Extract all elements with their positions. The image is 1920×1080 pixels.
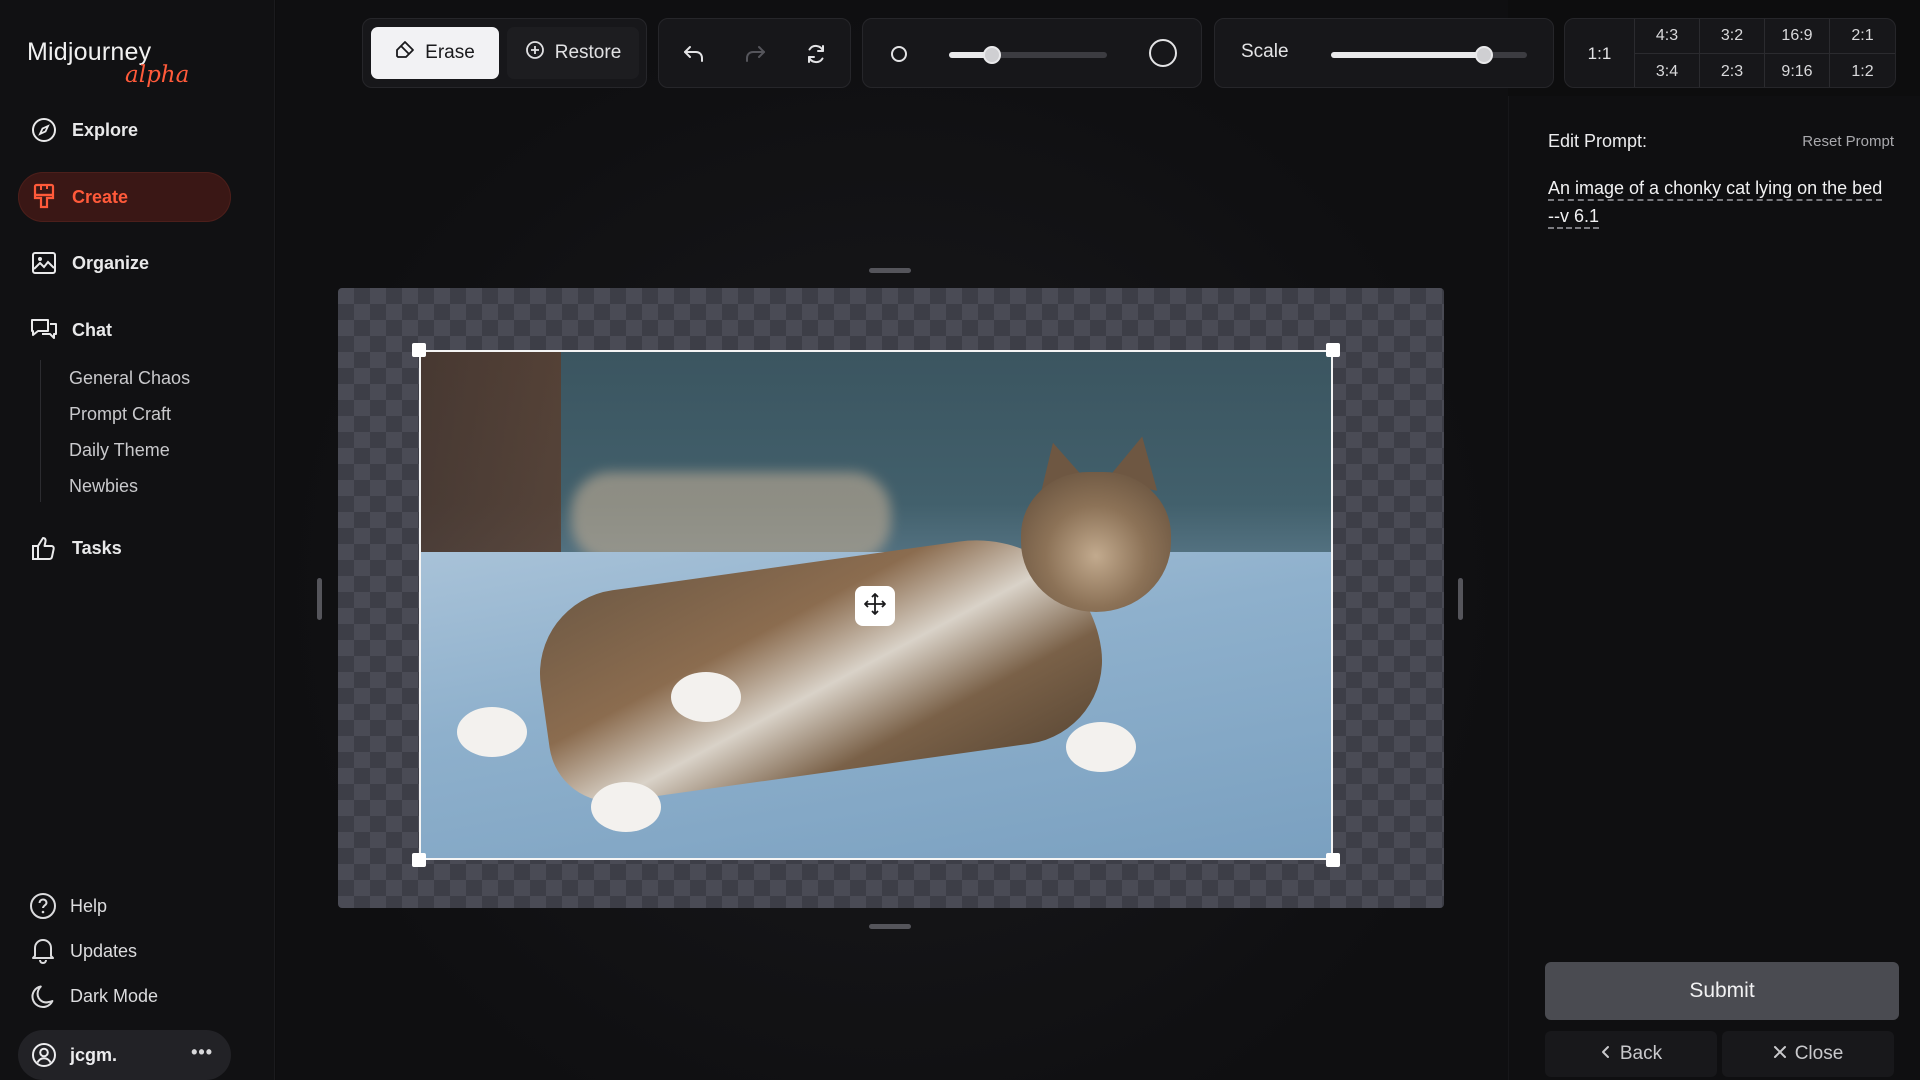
aspect-ratio-option[interactable]: 9:16 (1765, 54, 1830, 87)
photo-cat-head (1021, 472, 1171, 612)
more-icon[interactable]: ••• (191, 1042, 213, 1063)
move-button[interactable] (855, 586, 895, 626)
dark-mode-label: Dark Mode (70, 985, 159, 1006)
erase-button[interactable]: Erase (371, 27, 499, 79)
undo-icon[interactable] (679, 39, 709, 69)
aspect-ratio-option[interactable]: 1:2 (1830, 54, 1895, 87)
brush-size-group (862, 18, 1202, 88)
prompt-input[interactable]: An image of a chonky cat lying on the be… (1548, 174, 1888, 230)
small-brush-icon (884, 39, 914, 69)
brush-icon (30, 183, 58, 211)
restore-label: Restore (554, 42, 622, 63)
erase-label: Erase (425, 42, 475, 63)
sidebar-item-label: Explore (72, 119, 139, 140)
logo[interactable]: Midjourney alpha (27, 38, 189, 88)
user-menu[interactable]: jcgm. ••• (18, 1030, 231, 1080)
resize-handle-bottom-right[interactable] (1326, 853, 1340, 867)
sidebar-item-explore[interactable]: Explore (18, 105, 231, 155)
image-icon (30, 249, 58, 277)
help-label: Help (70, 895, 108, 916)
updates-link[interactable]: Updates (28, 933, 137, 969)
chat-channel-list: General Chaos Prompt Craft Daily Theme N… (40, 360, 190, 502)
photo-cat-paw (1066, 722, 1136, 772)
compass-icon (30, 116, 58, 144)
aspect-ratio-selected[interactable]: 1:1 (1565, 19, 1635, 87)
refresh-icon[interactable] (801, 39, 831, 69)
photo-cat-paw (671, 672, 741, 722)
close-label: Close (1794, 1043, 1844, 1064)
canvas-right-grip[interactable] (1458, 578, 1463, 620)
close-icon (1773, 1043, 1787, 1065)
mode-toggle-group: Erase Restore (362, 18, 647, 88)
sidebar-item-label: Organize (72, 252, 150, 273)
chat-channel-general-chaos[interactable]: General Chaos (69, 360, 190, 396)
bell-icon (28, 936, 58, 966)
aspect-ratio-option[interactable]: 3:2 (1700, 19, 1765, 54)
brush-size-slider[interactable] (949, 46, 1107, 64)
back-label: Back (1619, 1043, 1663, 1064)
plus-circle-icon (525, 40, 545, 66)
dark-mode-toggle[interactable]: Dark Mode (28, 978, 158, 1014)
aspect-ratio-option[interactable]: 4:3 (1635, 19, 1700, 54)
sidebar-item-label: Tasks (72, 537, 122, 558)
chat-icon (30, 316, 58, 344)
edit-canvas[interactable] (338, 288, 1444, 908)
resize-handle-top-left[interactable] (412, 343, 426, 357)
large-brush-icon (1145, 35, 1181, 71)
photo-cat-paw (591, 782, 661, 832)
user-avatar-icon (30, 1041, 58, 1069)
sidebar-item-organize[interactable]: Organize (18, 238, 231, 288)
chevron-left-icon (1600, 1043, 1612, 1065)
submit-button[interactable]: Submit (1545, 962, 1899, 1020)
help-icon (28, 891, 58, 921)
prompt-panel: Edit Prompt: Reset Prompt An image of a … (1508, 96, 1920, 1080)
sidebar-item-create[interactable]: Create (18, 172, 231, 222)
scale-label: Scale (1241, 41, 1289, 62)
sidebar: Midjourney alpha Explore Create Organize… (0, 0, 275, 1080)
edit-prompt-label: Edit Prompt: (1548, 131, 1648, 151)
aspect-ratio-option[interactable]: 3:4 (1635, 54, 1700, 87)
sidebar-item-chat[interactable]: Chat (18, 305, 231, 355)
canvas-bottom-grip[interactable] (869, 924, 911, 929)
scale-group: Scale (1214, 18, 1554, 88)
thumbs-up-icon (30, 534, 58, 562)
canvas-top-grip[interactable] (869, 268, 911, 273)
scale-fill (1331, 52, 1484, 58)
sidebar-item-tasks[interactable]: Tasks (18, 523, 231, 573)
logo-badge: alpha (125, 62, 190, 88)
canvas-left-grip[interactable] (317, 578, 322, 620)
photo-cat-paw (457, 707, 527, 757)
scale-slider[interactable] (1331, 46, 1527, 64)
chat-channel-newbies[interactable]: Newbies (69, 468, 190, 504)
user-name: jcgm. (70, 1044, 118, 1065)
back-button[interactable]: Back (1545, 1031, 1717, 1077)
moon-icon (28, 981, 58, 1011)
chat-channel-daily-theme[interactable]: Daily Theme (69, 432, 190, 468)
move-icon (862, 591, 888, 622)
aspect-ratio-option[interactable]: 2:1 (1830, 19, 1895, 54)
help-link[interactable]: Help (28, 888, 107, 924)
reset-prompt-button[interactable]: Reset Prompt (1802, 133, 1894, 150)
aspect-ratio-option[interactable]: 16:9 (1765, 19, 1830, 54)
resize-handle-top-right[interactable] (1326, 343, 1340, 357)
brush-size-handle[interactable] (983, 46, 1001, 64)
restore-button[interactable]: Restore (507, 27, 639, 79)
photo-pillow (571, 472, 891, 562)
eraser-icon (395, 40, 415, 66)
aspect-ratio-grid: 1:1 4:3 3:2 16:9 2:1 3:4 2:3 9:16 1:2 (1564, 18, 1896, 88)
close-button[interactable]: Close (1722, 1031, 1894, 1077)
history-group (658, 18, 851, 88)
chat-channel-prompt-craft[interactable]: Prompt Craft (69, 396, 190, 432)
redo-icon[interactable] (740, 39, 770, 69)
sidebar-item-label: Create (72, 186, 129, 207)
aspect-ratio-option[interactable]: 2:3 (1700, 54, 1765, 87)
resize-handle-bottom-left[interactable] (412, 853, 426, 867)
updates-label: Updates (70, 940, 138, 961)
sidebar-item-label: Chat (72, 319, 112, 340)
scale-handle[interactable] (1475, 46, 1493, 64)
